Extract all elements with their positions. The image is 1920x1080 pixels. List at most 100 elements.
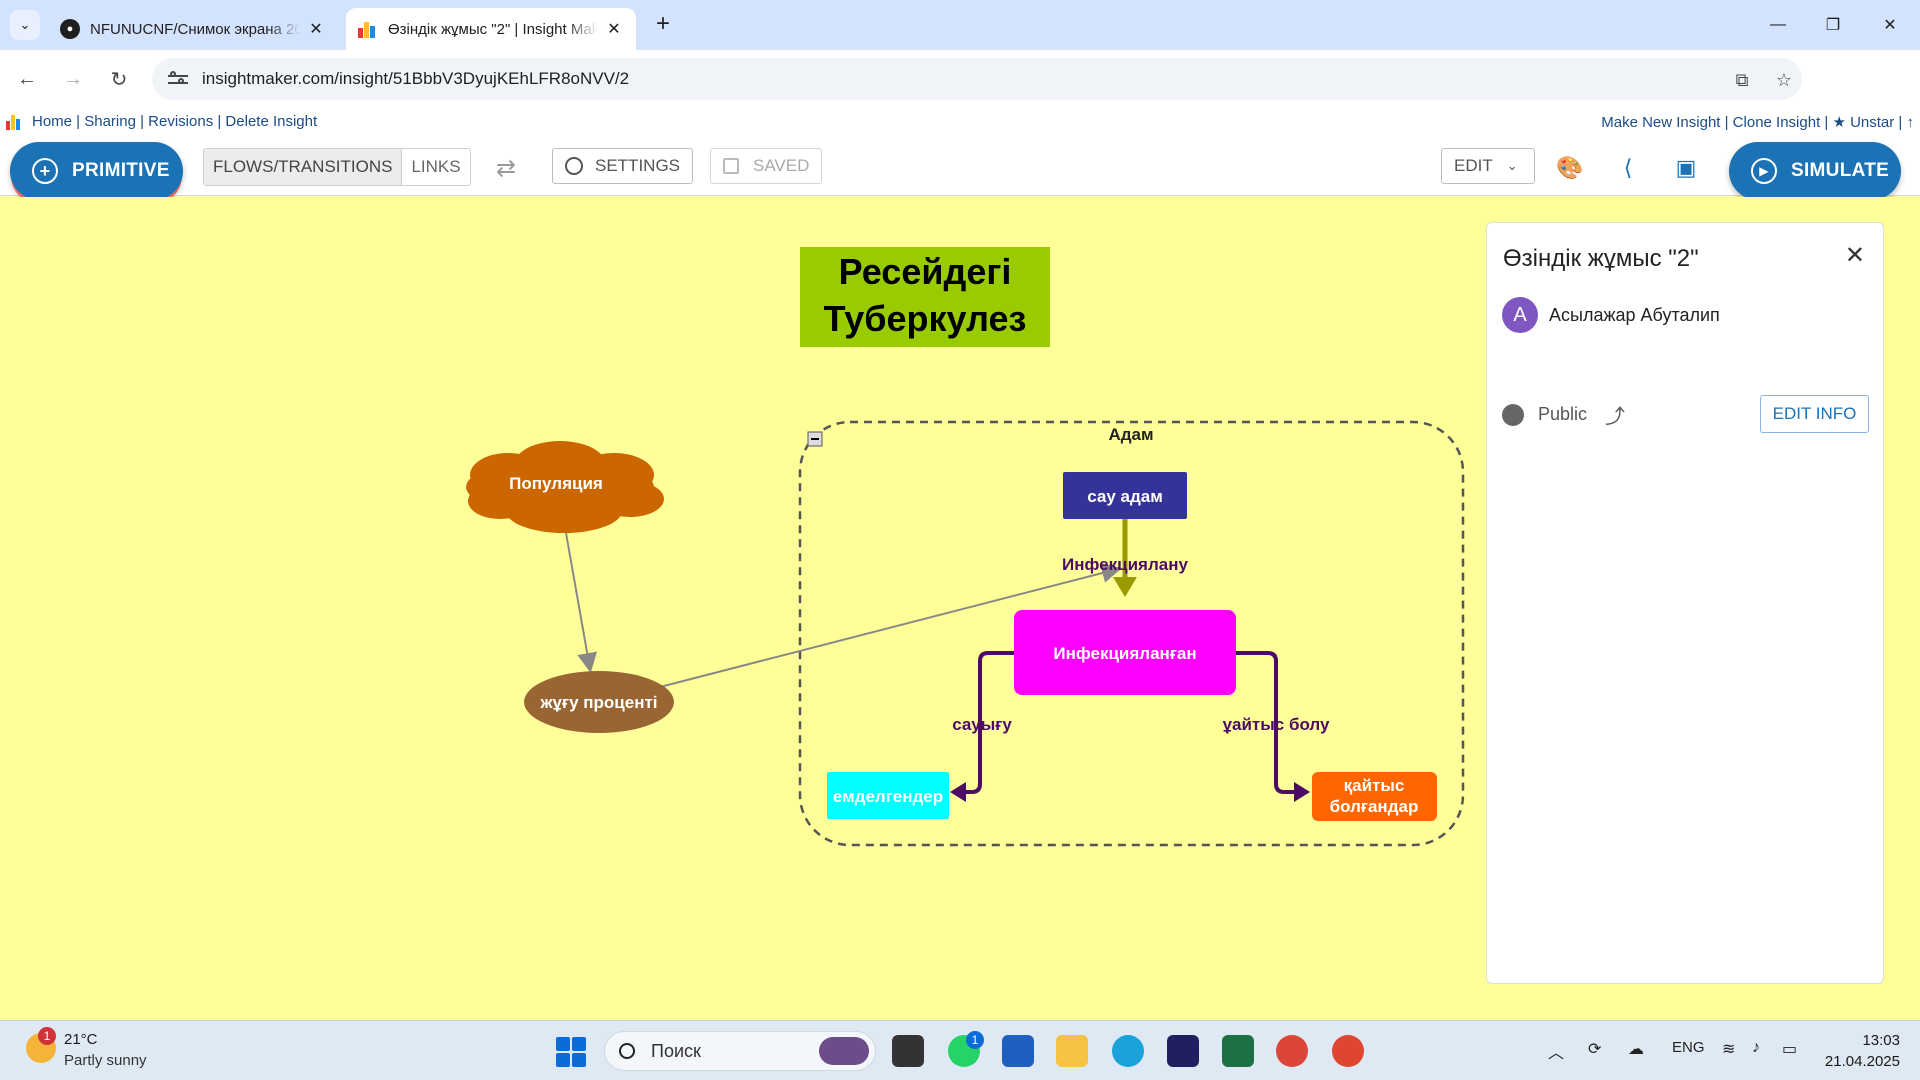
folder-label: Адам (1108, 425, 1153, 444)
insight-info-panel: Өзіндік жұмыс "2" ✕ A Асылажар Абуталип … (1486, 222, 1884, 984)
input-language[interactable]: ENG (1672, 1039, 1705, 1056)
system-clock[interactable]: 13:03 21.04.2025 (1825, 1030, 1900, 1072)
diagram-title-line1: Ресейдегі (839, 251, 1012, 292)
saved-button[interactable]: SAVED (710, 148, 823, 184)
clock-date: 21.04.2025 (1824, 1053, 1900, 1070)
sync-icon[interactable]: ⟳ (1588, 1039, 1601, 1059)
diagram-title-line2: Туберкулез (824, 298, 1027, 339)
variable-infection-rate-label: жұғу проценті (539, 693, 657, 712)
add-primitive-button[interactable]: + PRIMITIVE (10, 142, 183, 200)
share-icon[interactable]: ⟨ (1614, 154, 1642, 182)
author-avatar[interactable]: A (1502, 297, 1538, 333)
flow-infection-label: Инфекциялану (1062, 555, 1188, 574)
flow-recovery-label: сауығу (952, 715, 1012, 734)
insight-actions-links[interactable]: Make New Insight | Clone Insight | ★ Uns… (1601, 113, 1914, 131)
insight-link-bar: Home | Sharing | Revisions | Delete Insi… (0, 108, 1920, 136)
flow-arrowhead (1113, 577, 1137, 597)
trending-icon: ⤴ (1605, 406, 1625, 428)
flow-arrowhead (1294, 782, 1310, 802)
play-circle-icon: ▶ (1751, 158, 1777, 184)
settings-button[interactable]: SETTINGS (552, 148, 694, 184)
settings-label: SETTINGS (595, 156, 681, 175)
bookmark-star-icon[interactable]: ☆ (1772, 68, 1796, 92)
visibility-label: Public (1538, 404, 1588, 424)
simulate-button[interactable]: ▶ SIMULATE (1729, 142, 1901, 200)
search-highlight-image-icon (819, 1037, 869, 1065)
taskbar-search-box[interactable]: Поиск (604, 1031, 876, 1071)
url-text[interactable]: insightmaker.com/insight/51BbbV3DyujKEhL… (202, 69, 629, 89)
flow-death-label: ұайтыс болу (1223, 715, 1330, 734)
weather-condition[interactable]: Partly sunny (64, 1052, 147, 1069)
microsoft-store-icon[interactable] (1002, 1035, 1034, 1067)
save-icon (723, 158, 739, 174)
panel-title: Өзіндік жұмыс "2" (1503, 245, 1699, 272)
tab-search-dropdown-icon[interactable]: ⌄ (10, 10, 40, 40)
search-icon (619, 1043, 635, 1059)
browser-tab-bar: ⌄ ● NFUNUCNF/Снимок экрана 2025 ✕ Өзінді… (0, 0, 1920, 50)
edit-label: EDIT (1454, 156, 1493, 175)
translate-icon[interactable]: ⧉ (1730, 68, 1754, 92)
author-name[interactable]: Асылажар Абуталип (1549, 305, 1720, 326)
clock-icon (565, 157, 583, 175)
show-hidden-icons-chevron-icon[interactable]: ︿ (1548, 1039, 1564, 1063)
task-view-icon[interactable] (892, 1035, 924, 1067)
excel-icon[interactable] (1222, 1035, 1254, 1067)
reload-icon[interactable]: ↻ (104, 64, 134, 94)
close-icon[interactable]: ✕ (604, 19, 624, 39)
stock-relapsed-label-line1: қайтыс (1344, 776, 1405, 795)
tools-toolbox-icon[interactable]: ▣ (1672, 154, 1700, 182)
forward-icon[interactable]: → (58, 64, 88, 94)
stock-treated-label: емделгендер (833, 787, 943, 806)
reverse-connection-icon[interactable]: ⇄ (496, 154, 516, 183)
cloud-offline-icon[interactable]: ☁ (1628, 1039, 1644, 1059)
flows-transitions-toggle[interactable]: FLOWS/TRANSITIONS (204, 149, 403, 185)
stock-infected-label: Инфекцияланған (1053, 644, 1196, 663)
insightmaker-logo-icon (358, 20, 378, 38)
connection-mode-toggle: FLOWS/TRANSITIONS LINKS (203, 148, 471, 186)
windows-taskbar: 1 21°C Partly sunny Поиск 1 ︿ ⟳ ☁ ENG ≋ … (0, 1020, 1920, 1080)
wifi-icon[interactable]: ≋ (1722, 1039, 1735, 1059)
minimize-icon[interactable]: — (1760, 10, 1796, 40)
wps-office-icon[interactable] (1332, 1035, 1364, 1067)
whatsapp-badge: 1 (966, 1031, 984, 1049)
battery-icon[interactable]: ▭ (1782, 1039, 1797, 1059)
browser-tab-insightmaker[interactable]: Өзіндік жұмыс "2" | Insight Maker ✕ (346, 8, 636, 50)
saved-label: SAVED (753, 156, 810, 175)
close-icon[interactable]: ✕ (1845, 241, 1865, 270)
address-bar-row: ← → ↻ insightmaker.com/insight/51BbbV3Dy… (0, 50, 1920, 142)
github-icon: ● (60, 19, 80, 39)
close-icon[interactable]: ✕ (306, 19, 326, 39)
new-tab-icon[interactable]: + (650, 12, 676, 38)
insightmaker-logo-icon (6, 114, 24, 130)
browser-tab-github[interactable]: ● NFUNUCNF/Снимок экрана 2025 ✕ (48, 8, 338, 50)
add-primitive-label: PRIMITIVE (72, 160, 170, 181)
flow-arrowhead (950, 782, 966, 802)
style-palette-icon[interactable]: 🎨 (1556, 154, 1584, 182)
omnibox[interactable]: insightmaker.com/insight/51BbbV3DyujKEhL… (152, 58, 1802, 100)
variable-population-label: Популяция (509, 474, 603, 493)
tab-title: Өзіндік жұмыс "2" | Insight Maker (388, 20, 598, 38)
simulate-label: SIMULATE (1791, 160, 1890, 181)
links-toggle[interactable]: LINKS (402, 149, 469, 185)
stock-healthy-label: сау адам (1087, 487, 1163, 506)
stock-relapsed-label-line2: болғандар (1330, 797, 1419, 816)
windows-start-icon[interactable] (556, 1037, 586, 1067)
restore-icon[interactable]: ❐ (1815, 10, 1851, 40)
editor-toolbar: + PRIMITIVE FLOWS/TRANSITIONS LINKS ⇄ SE… (0, 136, 1920, 200)
edit-menu-button[interactable]: EDIT ⌄ (1441, 148, 1535, 184)
link-population-to-rate[interactable] (565, 532, 598, 673)
back-icon[interactable]: ← (12, 64, 42, 94)
weather-temperature[interactable]: 21°C (64, 1031, 98, 1048)
insight-nav-links[interactable]: Home | Sharing | Revisions | Delete Insi… (32, 113, 317, 130)
site-settings-icon[interactable] (168, 71, 188, 87)
tab-title: NFUNUCNF/Снимок экрана 2025 (90, 20, 300, 38)
edge-browser-icon[interactable] (1112, 1035, 1144, 1067)
file-explorer-icon[interactable] (1056, 1035, 1088, 1067)
webex-icon[interactable] (1167, 1035, 1199, 1067)
chevron-down-icon: ⌄ (1506, 158, 1518, 173)
chrome-icon[interactable] (1276, 1035, 1308, 1067)
edit-info-button[interactable]: EDIT INFO (1760, 395, 1869, 433)
weather-badge: 1 (38, 1027, 56, 1045)
volume-icon[interactable]: ♪ (1752, 1039, 1760, 1057)
window-close-icon[interactable]: ✕ (1872, 10, 1908, 40)
